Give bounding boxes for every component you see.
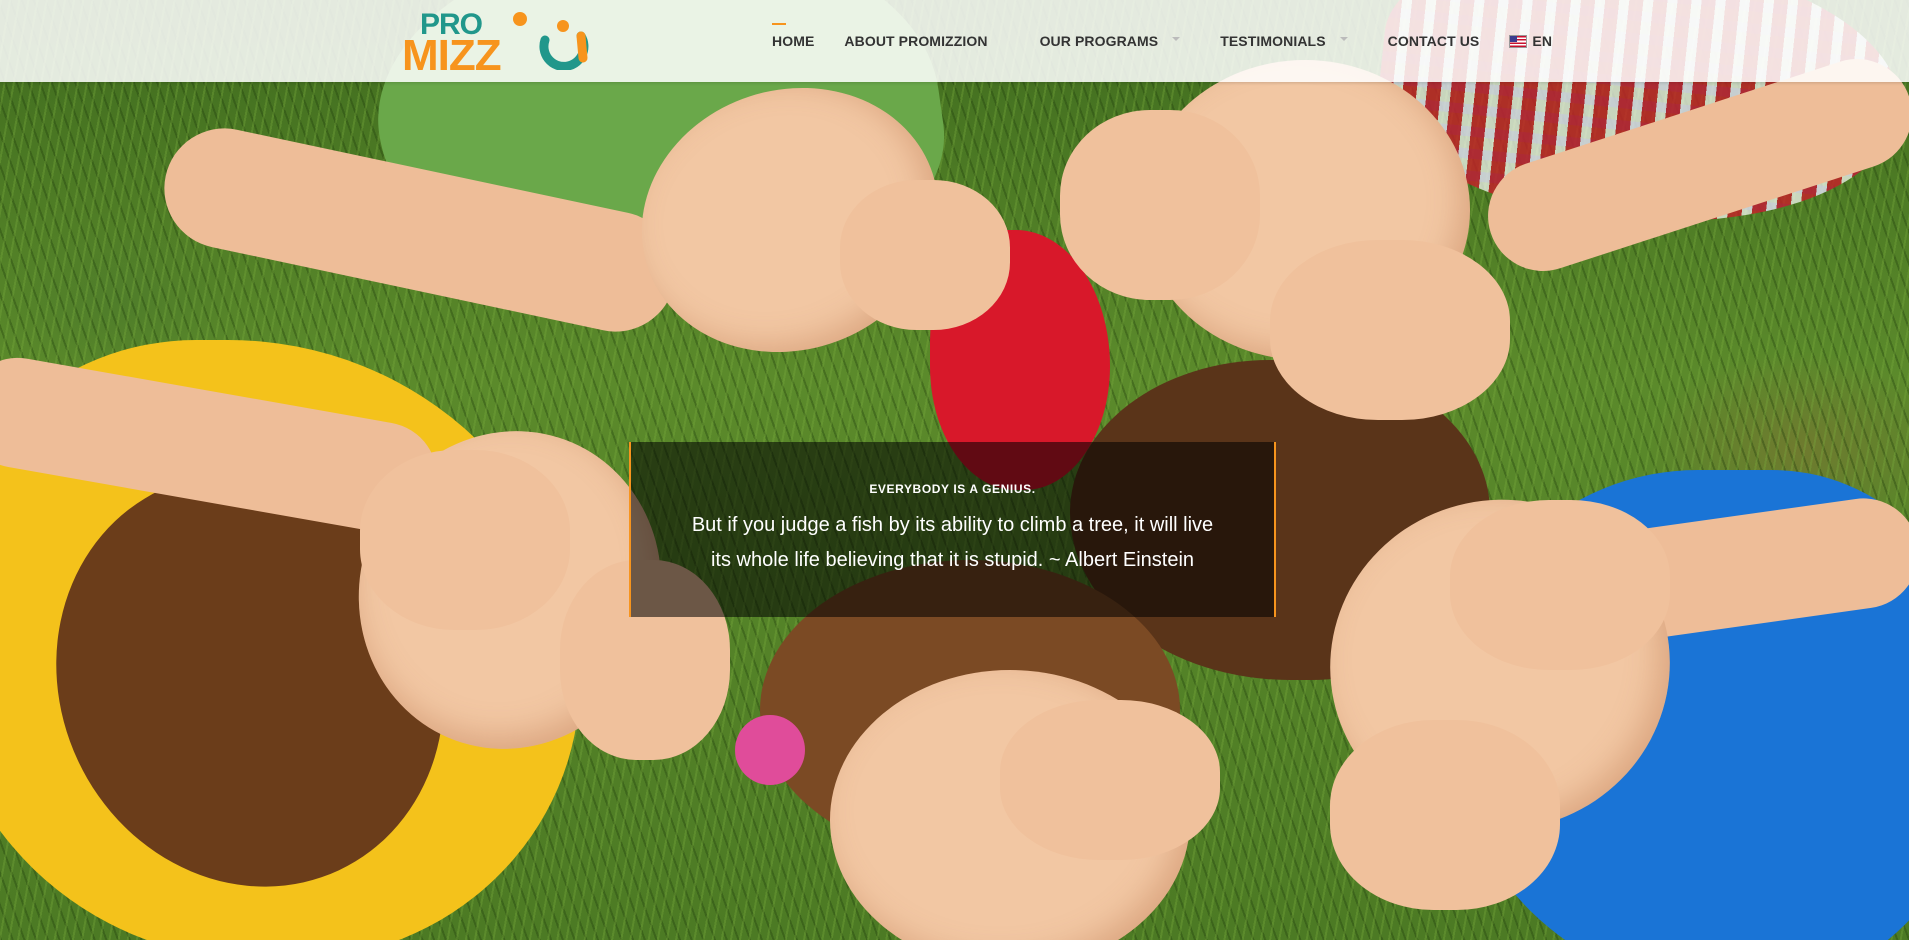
nav-about-promizzion[interactable]: ABOUT PROMIZZION: [844, 0, 987, 82]
hand: [1450, 500, 1670, 670]
nav-contact-label: CONTACT US: [1387, 33, 1480, 49]
nav-home[interactable]: HOME: [772, 0, 814, 82]
nav-our-programs[interactable]: OUR PROGRAMS: [1040, 0, 1181, 82]
nav-about-label: ABOUT PROMIZZION: [844, 33, 988, 49]
pink-hair-clip: [735, 715, 805, 785]
chevron-down-icon: [1172, 37, 1181, 41]
quote-heading: EVERYBODY IS A GENIUS.: [869, 482, 1036, 496]
quote-box: EVERYBODY IS A GENIUS. But if you judge …: [629, 442, 1276, 617]
site-header: PRO MIZZ HOME ABOUT PROMIZZION OUR PROGR…: [0, 0, 1909, 82]
hand: [840, 180, 1010, 330]
active-marker: [772, 23, 786, 25]
nav-testimonials-label: TESTIMONIALS: [1220, 33, 1326, 49]
hand: [1270, 240, 1510, 420]
quote-text: But if you judge a fish by its ability t…: [691, 514, 1214, 571]
hand: [360, 450, 570, 630]
promizzion-logo[interactable]: PRO MIZZ: [402, 8, 602, 80]
hand: [1060, 110, 1260, 300]
nav-home-label: HOME: [772, 33, 815, 49]
main-navigation: HOME ABOUT PROMIZZION OUR PROGRAMS TESTI…: [772, 0, 1552, 82]
chevron-down-icon: [1339, 37, 1348, 41]
us-flag-icon: [1509, 34, 1528, 48]
language-switcher[interactable]: EN: [1509, 0, 1552, 82]
nav-contact-us[interactable]: CONTACT US: [1388, 0, 1480, 82]
nav-testimonials[interactable]: TESTIMONIALS: [1220, 0, 1348, 82]
hand: [1000, 700, 1220, 860]
logo-swoosh-icon: [539, 20, 589, 70]
language-label: EN: [1532, 33, 1553, 49]
logo-dot: [513, 12, 527, 26]
nav-programs-label: OUR PROGRAMS: [1039, 33, 1159, 49]
logo-text-mizzion: MIZZ: [402, 31, 502, 80]
hand: [1330, 720, 1560, 910]
